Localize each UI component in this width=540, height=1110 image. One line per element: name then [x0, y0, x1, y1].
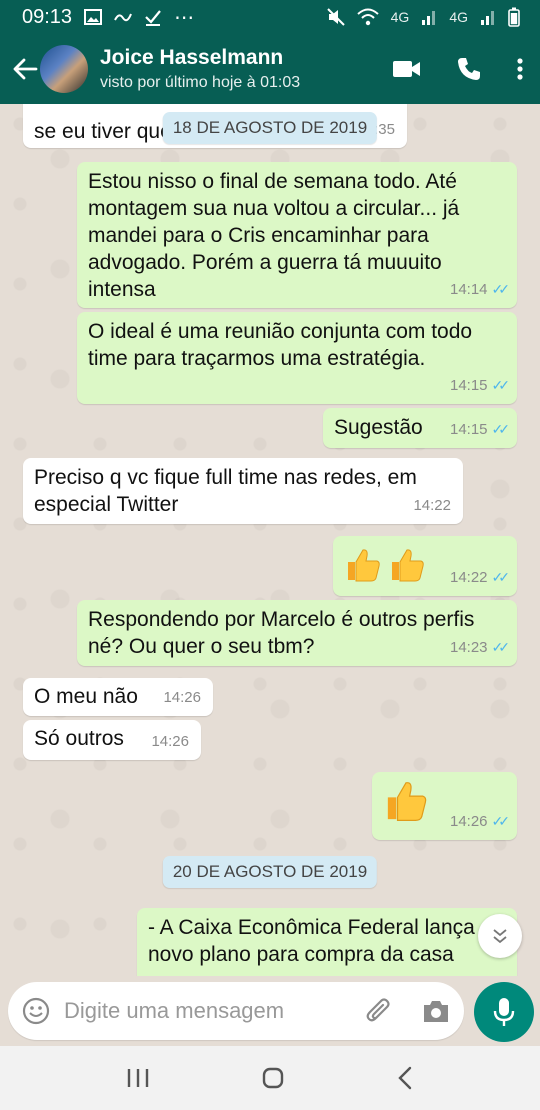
- contact-info[interactable]: Joice Hasselmann visto por último hoje à…: [100, 46, 392, 92]
- home-icon[interactable]: [261, 1066, 285, 1090]
- thumbs-up-icon: [391, 549, 424, 582]
- read-ticks-icon: ✓✓: [491, 569, 511, 585]
- date-divider: 20 DE AGOSTO DE 2019: [162, 856, 378, 888]
- message-time: 14:15: [449, 421, 488, 438]
- message-outgoing[interactable]: O ideal é uma reunião conjunta com todo …: [77, 312, 517, 404]
- message-outgoing[interactable]: 14:22 ✓✓: [333, 536, 517, 596]
- mute-icon: [326, 8, 345, 26]
- message-outgoing[interactable]: Estou nisso o final de semana todo. Até …: [77, 162, 517, 308]
- check-download-icon: [145, 10, 161, 26]
- message-input-container: [8, 982, 464, 1040]
- video-call-icon[interactable]: [392, 59, 422, 79]
- message-time: 14:26: [151, 733, 189, 750]
- message-list[interactable]: se eu tiver que ... mudar de equipe 13:3…: [0, 104, 540, 976]
- message-time: 14:26: [449, 813, 488, 830]
- network-type-2: 4G: [449, 9, 468, 25]
- thumbs-up-icon: [387, 782, 427, 821]
- back-nav-icon[interactable]: [396, 1066, 414, 1090]
- message-meta: 14:26 ✓✓: [449, 808, 511, 835]
- composer-bar: [0, 980, 540, 1046]
- message-time: 14:22: [413, 497, 451, 514]
- message-text: Preciso q vc fique full time nas redes, …: [34, 466, 417, 516]
- message-time: 14:26: [163, 689, 201, 706]
- message-meta: 14:15 ✓✓: [449, 416, 511, 443]
- chat-header: Joice Hasselmann visto por último hoje à…: [0, 34, 540, 104]
- thumbs-up-icon: [348, 549, 380, 582]
- message-text: - A Caixa Econômica Federal lança novo p…: [148, 916, 475, 966]
- message-meta: 14:23 ✓✓: [449, 634, 511, 661]
- read-ticks-icon: ✓✓: [491, 281, 511, 297]
- message-text: Estou nisso o final de semana todo. Até …: [88, 170, 460, 301]
- message-outgoing[interactable]: 14:26 ✓✓: [372, 772, 517, 840]
- battery-icon: [508, 7, 520, 27]
- read-ticks-icon: ✓✓: [491, 639, 511, 655]
- back-button[interactable]: [10, 49, 40, 89]
- message-incoming[interactable]: O meu não 14:26: [23, 678, 213, 716]
- more-notifications-icon: ⋯: [174, 6, 195, 29]
- contact-last-seen: visto por último hoje à 01:03: [100, 74, 301, 91]
- message-meta: 14:14 ✓✓: [449, 276, 511, 303]
- message-incoming[interactable]: Só outros 14:26: [23, 720, 201, 760]
- status-bar: 09:13 ⋯ 4G 4G: [0, 0, 540, 34]
- message-outgoing[interactable]: Sugestão 14:15 ✓✓: [323, 408, 517, 448]
- attach-icon[interactable]: [364, 996, 394, 1026]
- network-type-1: 4G: [390, 9, 410, 25]
- date-divider: 18 DE AGOSTO DE 2019: [162, 112, 378, 144]
- message-input[interactable]: [64, 998, 364, 1024]
- clock: 09:13: [22, 5, 73, 28]
- emoji-icon[interactable]: [22, 997, 50, 1025]
- message-time: 14:15: [449, 377, 488, 394]
- arrow-left-icon: [13, 58, 38, 80]
- system-nav-bar: [0, 1046, 540, 1110]
- recent-apps-icon[interactable]: [126, 1067, 150, 1089]
- signal-icon-2: [481, 11, 494, 25]
- read-ticks-icon: ✓✓: [491, 421, 511, 437]
- message-time: 14:14: [449, 281, 488, 298]
- mic-button[interactable]: [474, 982, 534, 1042]
- wifi-icon: [356, 8, 379, 26]
- more-vert-icon[interactable]: [516, 57, 524, 81]
- message-time: 14:23: [449, 639, 488, 656]
- contact-name: Joice Hasselmann: [100, 46, 284, 69]
- phone-icon[interactable]: [456, 56, 482, 82]
- chevron-double-down-icon: [493, 929, 507, 944]
- gallery-icon: [84, 9, 103, 25]
- message-text: O ideal é uma reunião conjunta com todo …: [88, 320, 473, 370]
- camera-icon[interactable]: [422, 998, 450, 1024]
- message-meta: 14:22 ✓✓: [449, 564, 511, 591]
- message-incoming[interactable]: Preciso q vc fique full time nas redes, …: [23, 458, 463, 524]
- message-time: 14:22: [449, 569, 488, 586]
- message-outgoing[interactable]: Respondendo por Marcelo é outros perfis …: [77, 600, 517, 666]
- message-text: Respondendo por Marcelo é outros perfis …: [88, 608, 475, 658]
- notification-icon: [114, 13, 132, 22]
- signal-icon-1: [422, 11, 436, 25]
- read-ticks-icon: ✓✓: [491, 813, 511, 829]
- scroll-down-button[interactable]: [478, 914, 522, 958]
- message-meta: 14:15 ✓✓: [449, 372, 511, 399]
- read-ticks-icon: ✓✓: [491, 377, 511, 393]
- mic-icon: [493, 998, 515, 1026]
- message-outgoing[interactable]: - A Caixa Econômica Federal lança novo p…: [137, 908, 517, 976]
- avatar[interactable]: [40, 45, 88, 93]
